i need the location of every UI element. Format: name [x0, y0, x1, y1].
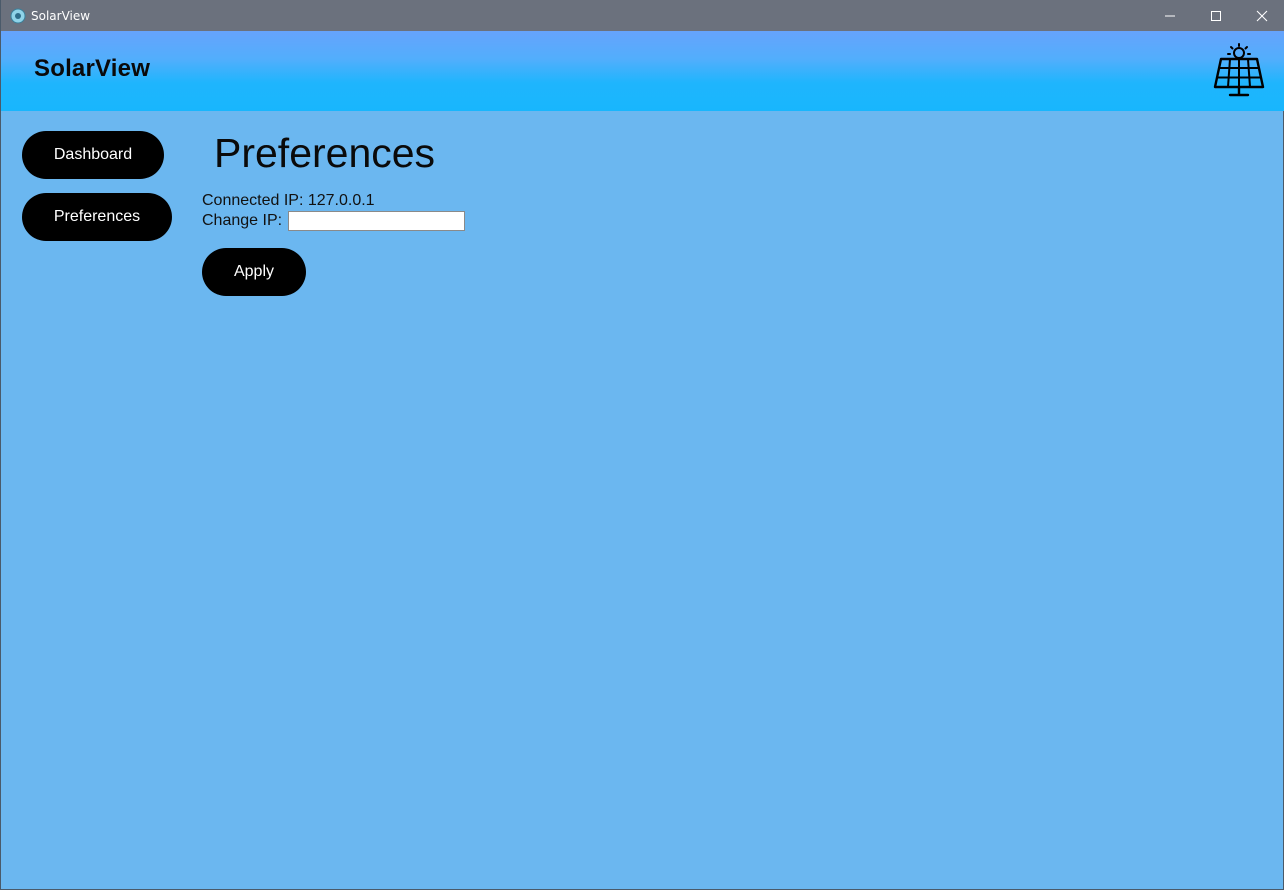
title-bar[interactable]: SolarView [1, 0, 1284, 31]
sidebar-item-preferences[interactable]: Preferences [22, 193, 172, 241]
window-controls [1147, 0, 1284, 31]
change-ip-input[interactable] [288, 211, 466, 231]
apply-button[interactable]: Apply [202, 248, 306, 296]
maximize-button[interactable] [1193, 0, 1239, 31]
change-ip-row: Change IP: [202, 211, 466, 231]
page-title: Preferences [214, 130, 436, 176]
minimize-icon [1165, 15, 1175, 16]
maximize-icon [1211, 10, 1221, 21]
window-title: SolarView [31, 8, 91, 23]
solar-panel-icon [1213, 43, 1265, 97]
app-header: SolarView [1, 31, 1284, 111]
close-button[interactable] [1239, 0, 1284, 31]
connected-ip-text: Connected IP: 127.0.0.1 [202, 192, 375, 209]
app-title: SolarView [34, 55, 151, 82]
change-ip-label: Change IP: [202, 212, 283, 229]
app-window: SolarView SolarView Dashboard Preference… [0, 0, 1284, 890]
solarview-app-icon [10, 8, 26, 24]
close-icon [1256, 10, 1268, 21]
sidebar-item-dashboard[interactable]: Dashboard [22, 131, 164, 179]
minimize-button[interactable] [1147, 0, 1193, 31]
